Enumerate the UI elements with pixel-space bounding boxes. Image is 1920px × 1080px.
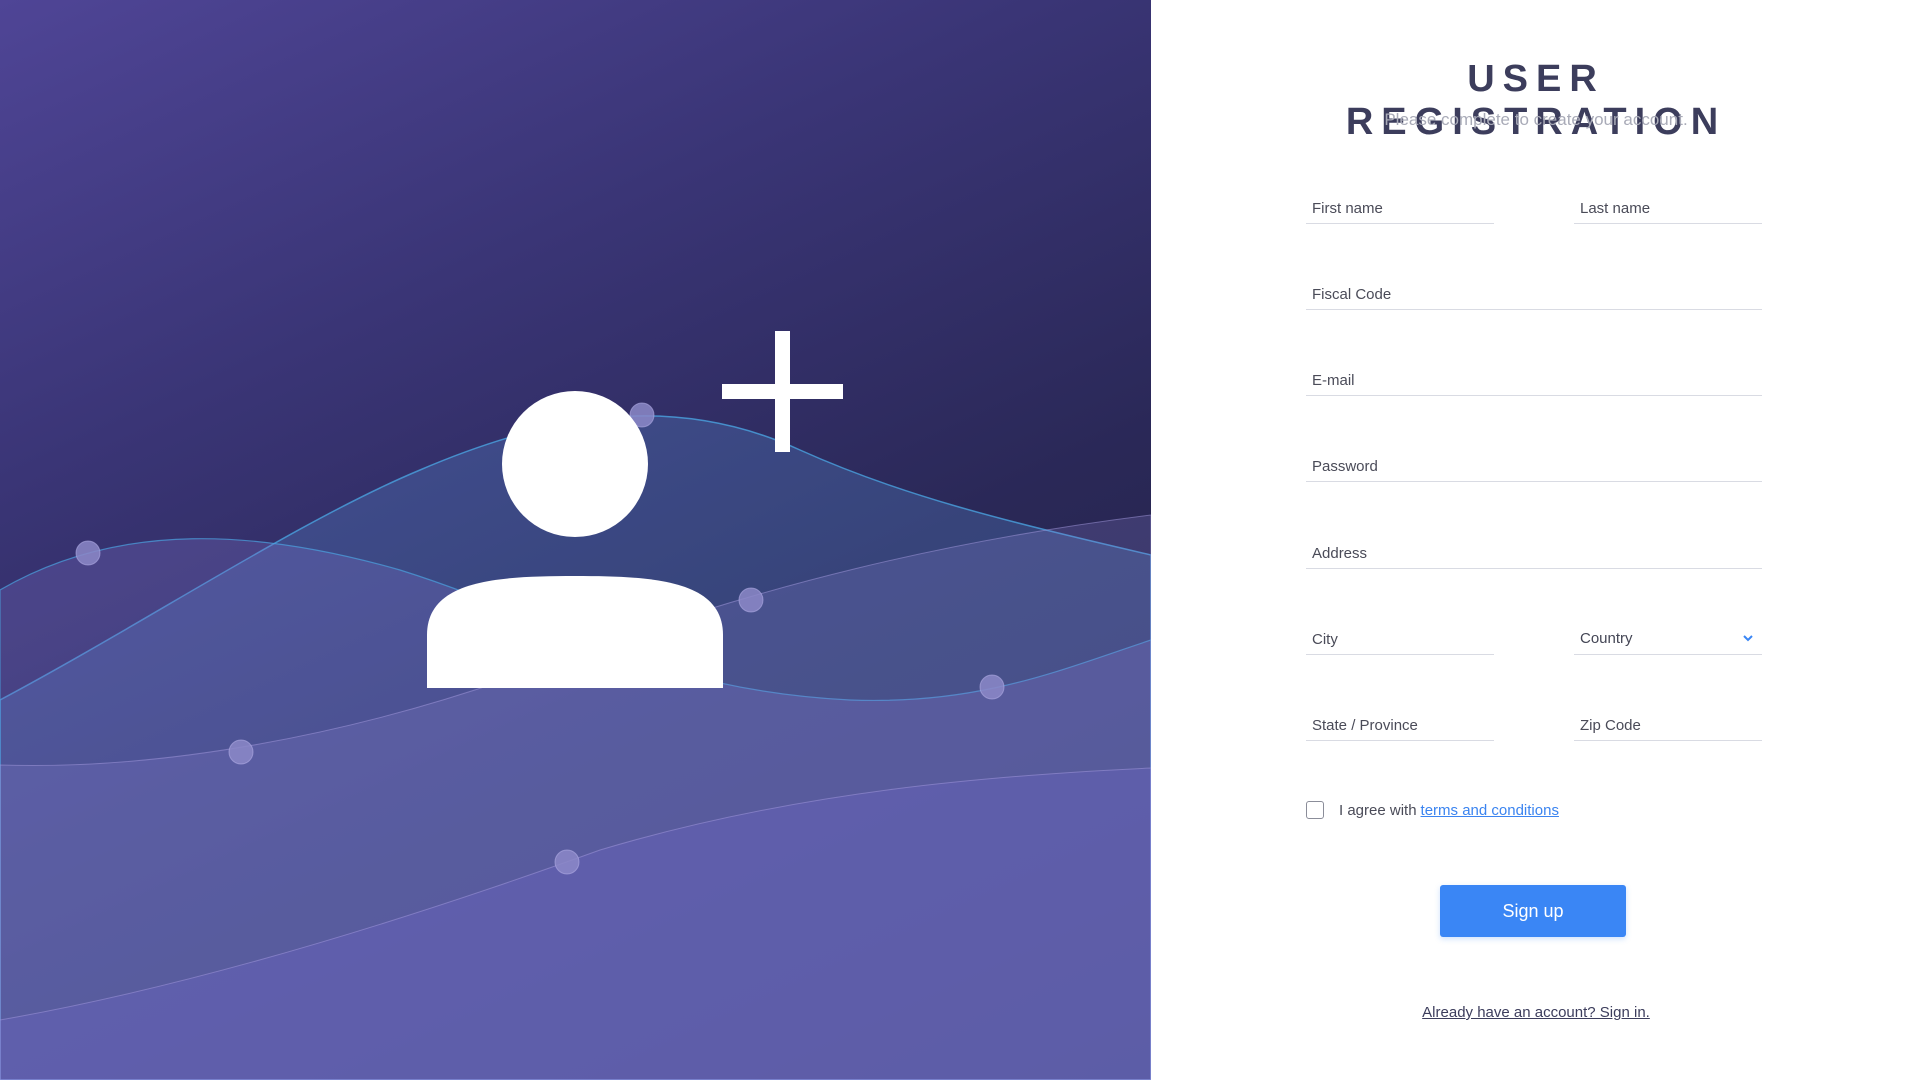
registration-page: USER REGISTRATION Please complete to cre… [0, 0, 1920, 1080]
sign-in-link[interactable]: Already have an account? Sign in. [1306, 1004, 1766, 1021]
sign-up-button[interactable]: Sign up [1440, 885, 1626, 937]
city-field-container [1306, 615, 1494, 655]
email-input[interactable] [1306, 356, 1762, 394]
state-field-container [1306, 701, 1494, 741]
last-name-field-container [1574, 184, 1762, 224]
address-field-container [1306, 529, 1762, 569]
terms-agreement: I agree with terms and conditions [1306, 799, 1559, 821]
terms-link[interactable]: terms and conditions [1421, 802, 1559, 819]
page-title: USER REGISTRATION [1345, 58, 1727, 143]
zip-code-input[interactable] [1574, 701, 1762, 739]
wave-dot [228, 739, 254, 765]
terms-agreement-label: I agree with [1339, 801, 1417, 819]
password-field-container [1306, 442, 1762, 482]
last-name-input[interactable] [1574, 184, 1762, 222]
first-name-field-container [1306, 184, 1494, 224]
fiscal-code-input[interactable] [1306, 270, 1762, 308]
user-silhouette-icon [427, 391, 723, 688]
wave-dot [979, 674, 1005, 700]
registration-form-panel: USER REGISTRATION Please complete to cre… [1151, 0, 1920, 1080]
chevron-down-icon [1743, 635, 1753, 642]
city-input[interactable] [1306, 615, 1494, 653]
country-select[interactable]: Country [1574, 615, 1762, 655]
wave-dot [75, 540, 101, 566]
zip-field-container [1574, 701, 1762, 741]
state-input[interactable] [1306, 701, 1494, 739]
country-select-value: Country [1580, 630, 1633, 647]
plus-icon [722, 331, 843, 452]
email-field-container [1306, 356, 1762, 396]
terms-checkbox[interactable] [1306, 801, 1324, 819]
fiscal-code-field-container [1306, 270, 1762, 310]
address-input[interactable] [1306, 529, 1762, 567]
page-subtitle: Please complete to create your account. [1384, 110, 1688, 129]
password-input[interactable] [1306, 442, 1762, 480]
hero-panel [0, 0, 1151, 1080]
first-name-input[interactable] [1306, 184, 1494, 222]
wave-dot [738, 587, 764, 613]
wave-dot [554, 849, 580, 875]
